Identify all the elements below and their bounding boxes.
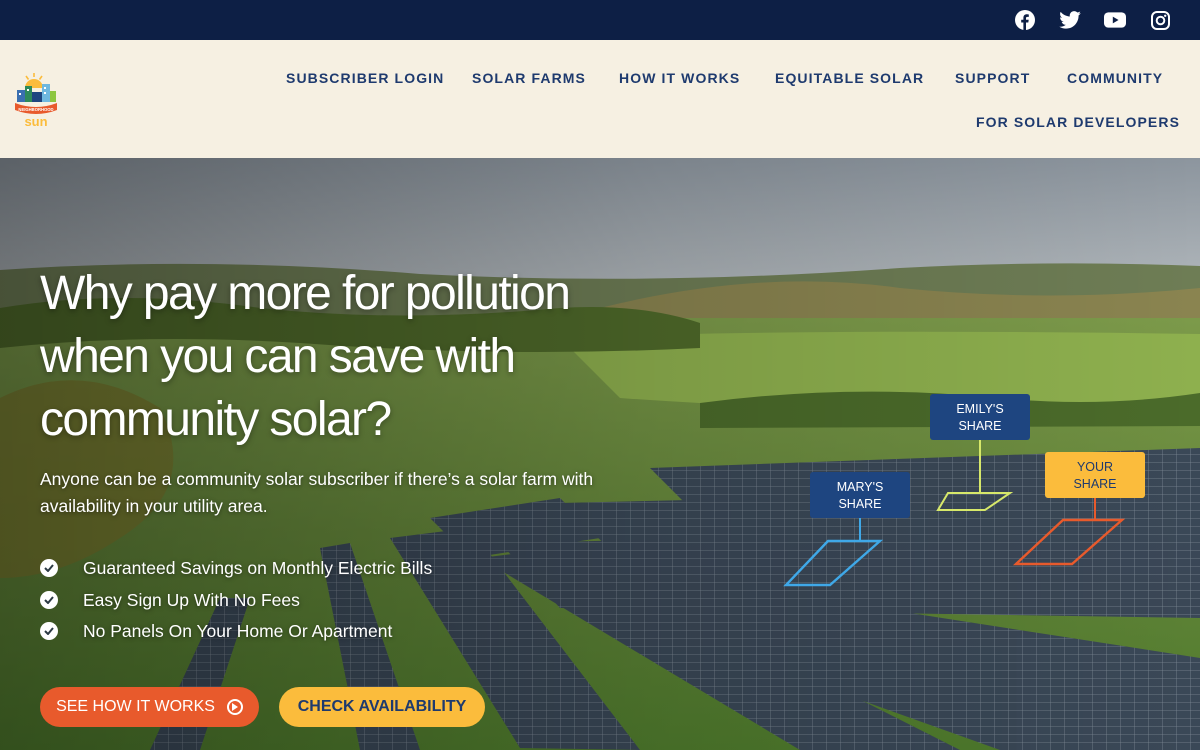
social-bar — [0, 0, 1200, 40]
solar-farm-background-image — [0, 158, 1200, 750]
your-share-label-line2: SHARE — [1073, 477, 1117, 491]
feature-text: No Panels On Your Home Or Apartment — [83, 620, 393, 641]
play-circle-icon — [226, 699, 243, 715]
feature-item: No Panels On Your Home Or Apartment — [40, 619, 392, 643]
feature-text: Easy Sign Up With No Fees — [83, 589, 300, 610]
twitter-icon[interactable] — [1059, 9, 1081, 31]
svg-text:sun: sun — [24, 114, 47, 129]
see-how-it-works-button[interactable]: SEE HOW IT WORKS — [40, 687, 259, 727]
mary-share-label: MARY'S SHARE — [810, 472, 910, 518]
your-share-label: YOUR SHARE — [1045, 452, 1145, 498]
emily-share-label-line2: SHARE — [958, 419, 1002, 433]
check-circle-icon — [40, 622, 58, 640]
feature-item: Guaranteed Savings on Monthly Electric B… — [40, 556, 432, 580]
nav-community[interactable]: COMMUNITY — [1067, 70, 1163, 86]
hero-title-line3: community solar? — [40, 393, 392, 446]
check-availability-button[interactable]: CHECK AVAILABILITY — [279, 687, 485, 727]
feature-text: Guaranteed Savings on Monthly Electric B… — [83, 557, 433, 578]
hero-title: Why pay more for pollution when you can … — [40, 262, 640, 451]
emily-share-label-line1: EMILY'S — [956, 402, 1004, 416]
feature-item: Easy Sign Up With No Fees — [40, 588, 300, 612]
nav-how-it-works[interactable]: HOW IT WORKS — [619, 70, 740, 86]
hero-subtitle: Anyone can be a community solar subscrib… — [40, 469, 594, 516]
nav-equitable-solar[interactable]: EQUITABLE SOLAR — [775, 70, 924, 86]
nav-subscriber-login[interactable]: SUBSCRIBER LOGIN — [286, 70, 444, 86]
instagram-icon[interactable] — [1149, 9, 1171, 31]
see-how-it-works-label: SEE HOW IT WORKS — [56, 698, 215, 715]
neighborhood-sun-logo[interactable]: NEIGHBORHOOD sun — [14, 70, 58, 130]
youtube-icon[interactable] — [1104, 9, 1126, 31]
mary-share-label-line1: MARY'S — [836, 480, 884, 494]
svg-text:NEIGHBORHOOD: NEIGHBORHOOD — [18, 107, 53, 112]
check-circle-icon — [40, 559, 58, 577]
site-header: NEIGHBORHOOD sun SUBSCRIBER LOGIN SOLAR … — [0, 40, 1200, 158]
your-share-label-line1: YOUR — [1076, 460, 1114, 474]
hero-title-line2: when you can save with — [40, 330, 516, 383]
hero-section: EMILY'S SHARE MARY'S SHARE YOUR SHARE Wh… — [0, 158, 1200, 750]
facebook-icon[interactable] — [1014, 9, 1036, 31]
mary-share-label-line2: SHARE — [838, 497, 882, 511]
nav-solar-farms[interactable]: SOLAR FARMS — [472, 70, 586, 86]
check-circle-icon — [40, 591, 58, 609]
nav-support[interactable]: SUPPORT — [955, 70, 1030, 86]
emily-share-label: EMILY'S SHARE — [930, 394, 1030, 440]
nav-for-solar-developers[interactable]: FOR SOLAR DEVELOPERS — [976, 114, 1180, 130]
hero-title-line1: Why pay more for pollution — [40, 267, 571, 320]
